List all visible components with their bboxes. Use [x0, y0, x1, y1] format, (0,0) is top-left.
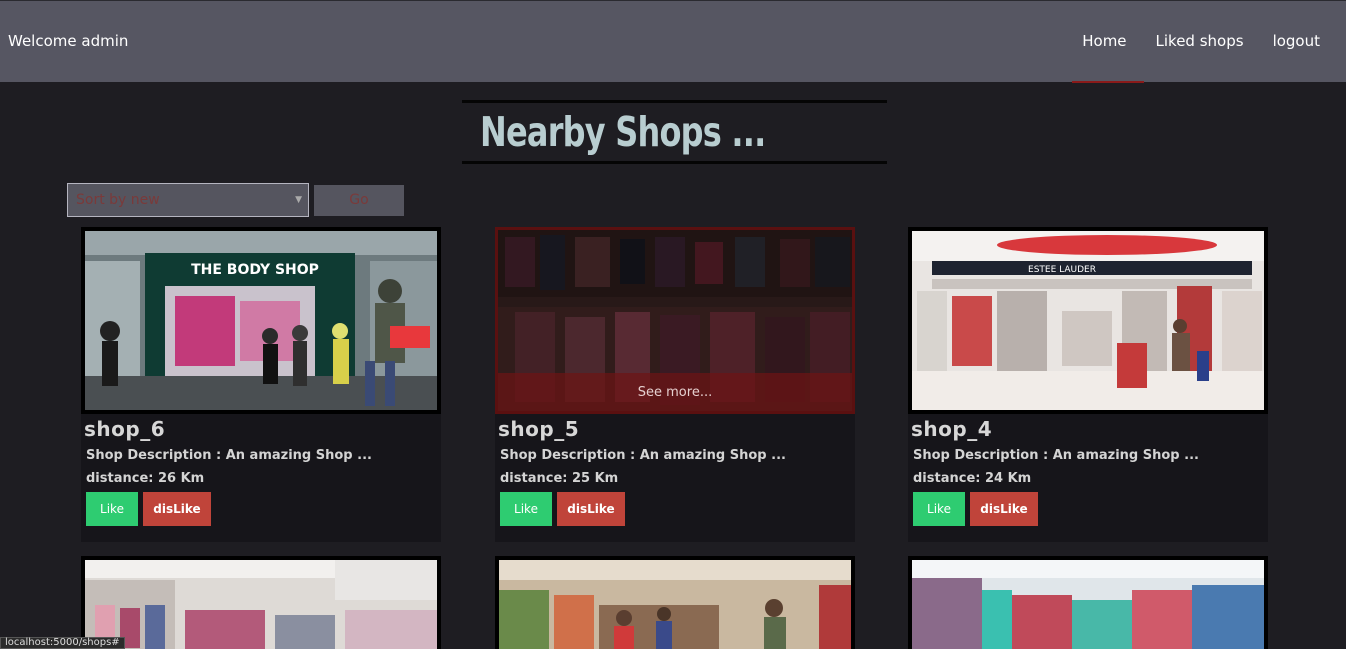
- store-sign-text: ESTEE LAUDER: [1028, 265, 1096, 275]
- dislike-button[interactable]: disLike: [970, 492, 1038, 526]
- shop-distance: distance: 24 Km: [913, 471, 1032, 486]
- like-button[interactable]: Like: [86, 492, 138, 526]
- shop-image[interactable]: THE BODY SHOP: [81, 227, 441, 414]
- like-button[interactable]: Like: [913, 492, 965, 526]
- go-button[interactable]: Go: [314, 185, 404, 216]
- shop-name: shop_4: [911, 417, 993, 441]
- top-navbar: Welcome admin Home Liked shops logout: [0, 0, 1346, 82]
- nav-home-link[interactable]: Home: [1082, 32, 1126, 50]
- nav-active-indicator: [1072, 81, 1144, 83]
- nav-liked-shops-link[interactable]: Liked shops: [1156, 32, 1244, 50]
- storefront-image: THE BODY SHOP: [85, 231, 437, 410]
- shop-distance: distance: 25 Km: [500, 471, 619, 486]
- see-more-link[interactable]: See more...: [498, 385, 852, 400]
- shop-description: Shop Description : An amazing Shop ...: [913, 448, 1199, 463]
- shop-card: See more... shop_5 Shop Description : An…: [495, 227, 855, 542]
- shop-image[interactable]: See more...: [495, 227, 855, 414]
- shop-card[interactable]: [908, 556, 1268, 649]
- dislike-button[interactable]: disLike: [557, 492, 625, 526]
- shop-description: Shop Description : An amazing Shop ...: [86, 448, 372, 463]
- shop-card: ESTEE LAUDER shop_4 Shop Description : A…: [908, 227, 1268, 542]
- shop-card[interactable]: [495, 556, 855, 649]
- nav-links: Home Liked shops logout: [1082, 32, 1320, 50]
- clothing-store-image: [85, 560, 437, 649]
- sort-select-value: Sort by new: [76, 192, 160, 208]
- cosmetics-store-image: ESTEE LAUDER: [912, 231, 1264, 410]
- shop-card[interactable]: [81, 556, 441, 649]
- page-title: Nearby Shops ...: [480, 108, 766, 156]
- status-url-bar: localhost:5000/shops#: [0, 637, 125, 649]
- welcome-text: Welcome admin: [8, 32, 129, 50]
- shop-card: THE BODY SHOP shop_6 Shop Description : …: [81, 227, 441, 542]
- dislike-button[interactable]: disLike: [143, 492, 211, 526]
- like-button[interactable]: Like: [500, 492, 552, 526]
- grocery-counter-image: [499, 560, 851, 649]
- nav-logout-link[interactable]: logout: [1273, 32, 1320, 50]
- shop-name: shop_6: [84, 417, 166, 441]
- convenience-store-image: [912, 560, 1264, 649]
- storefront-sign-text: THE BODY SHOP: [191, 262, 319, 278]
- shop-name: shop_5: [498, 417, 580, 441]
- hover-overlay: See more...: [495, 227, 855, 414]
- chevron-down-icon: ▼: [295, 195, 302, 205]
- page-title-box: Nearby Shops ...: [462, 100, 887, 164]
- sort-select[interactable]: Sort by new ▼: [67, 183, 309, 217]
- shop-description: Shop Description : An amazing Shop ...: [500, 448, 786, 463]
- shop-distance: distance: 26 Km: [86, 471, 205, 486]
- shop-image[interactable]: ESTEE LAUDER: [908, 227, 1268, 414]
